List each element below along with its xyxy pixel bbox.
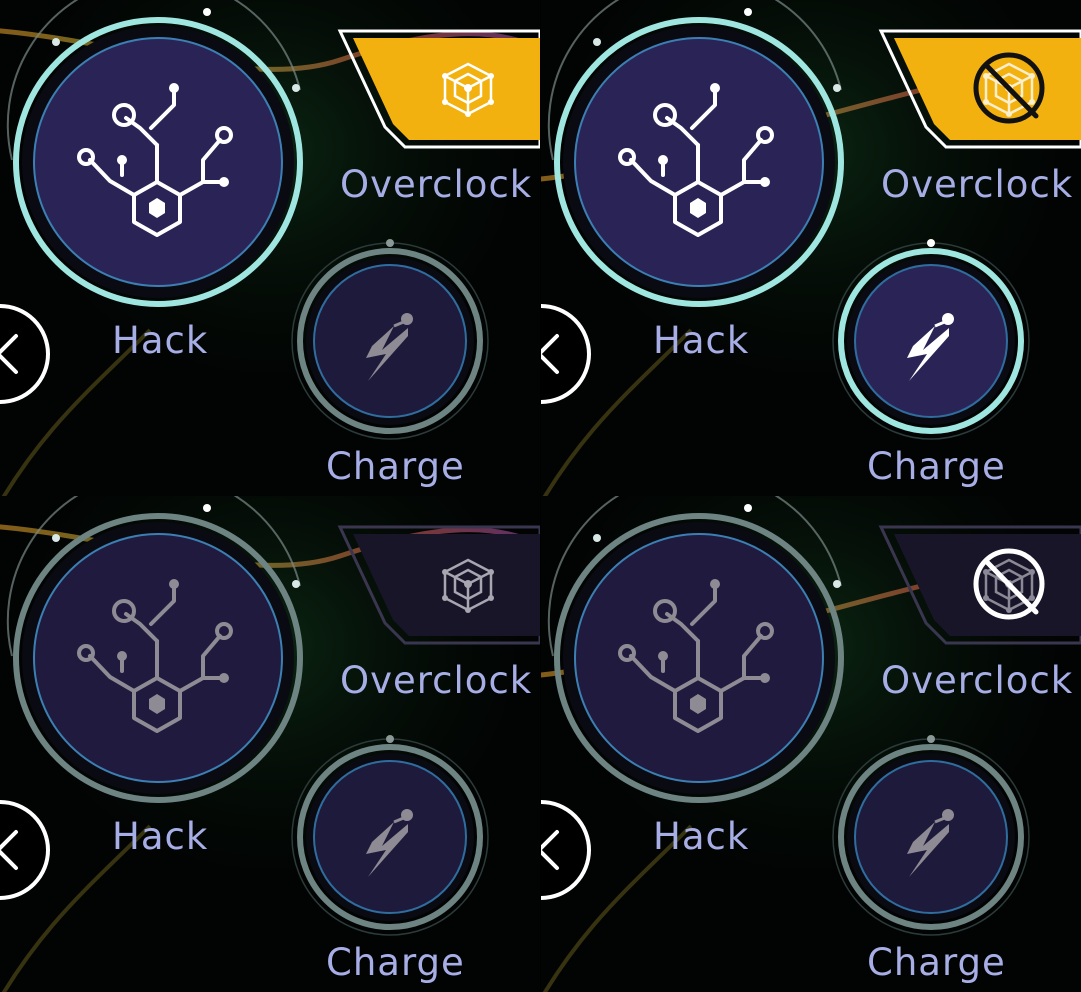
hack-button[interactable] (541, 0, 861, 320)
overclock-label: Overclock (340, 163, 533, 206)
hack-button[interactable] (541, 496, 861, 816)
hack-label: Hack (653, 815, 750, 858)
arc-dot (744, 8, 752, 16)
charge-button[interactable] (290, 236, 490, 446)
arc-dot (292, 84, 300, 92)
arc-dot (744, 504, 752, 512)
arc-dot (203, 8, 211, 16)
charge-label: Charge (867, 445, 1006, 488)
charge-button[interactable] (831, 732, 1031, 942)
arc-dot (833, 84, 841, 92)
arc-dot (52, 38, 60, 46)
hud-panel-2: Hack Overclock Charge (541, 0, 1081, 496)
arc-dot (386, 735, 394, 743)
overclock-button[interactable] (876, 522, 1081, 648)
overclock-button[interactable] (876, 26, 1081, 152)
hack-label: Hack (112, 319, 209, 362)
back-button[interactable] (541, 302, 593, 406)
hack-label: Hack (653, 319, 750, 362)
back-button[interactable] (0, 798, 52, 902)
charge-label: Charge (867, 941, 1006, 984)
hack-label: Hack (112, 815, 209, 858)
charge-button[interactable] (831, 236, 1031, 446)
hud-panel-1: Hack Overclock Charge (0, 0, 540, 496)
charge-label: Charge (326, 941, 465, 984)
arc-dot (52, 534, 60, 542)
back-button[interactable] (0, 302, 52, 406)
hack-button[interactable] (0, 0, 320, 320)
arc-dot (593, 534, 601, 542)
overclock-label: Overclock (881, 659, 1074, 702)
hack-button[interactable] (0, 496, 320, 816)
overclock-button[interactable] (335, 522, 540, 648)
arc-dot (833, 580, 841, 588)
overclock-button[interactable] (335, 26, 540, 152)
arc-dot (593, 38, 601, 46)
arc-dot (292, 580, 300, 588)
arc-dot (927, 239, 935, 247)
charge-label: Charge (326, 445, 465, 488)
hud-panel-4: Hack Overclock Charge (541, 496, 1081, 992)
arc-dot (927, 735, 935, 743)
arc-dot (203, 504, 211, 512)
overclock-label: Overclock (340, 659, 533, 702)
charge-button[interactable] (290, 732, 490, 942)
back-button[interactable] (541, 798, 593, 902)
arc-dot (386, 239, 394, 247)
overclock-label: Overclock (881, 163, 1074, 206)
hud-panel-3: Hack Overclock Charge (0, 496, 540, 992)
